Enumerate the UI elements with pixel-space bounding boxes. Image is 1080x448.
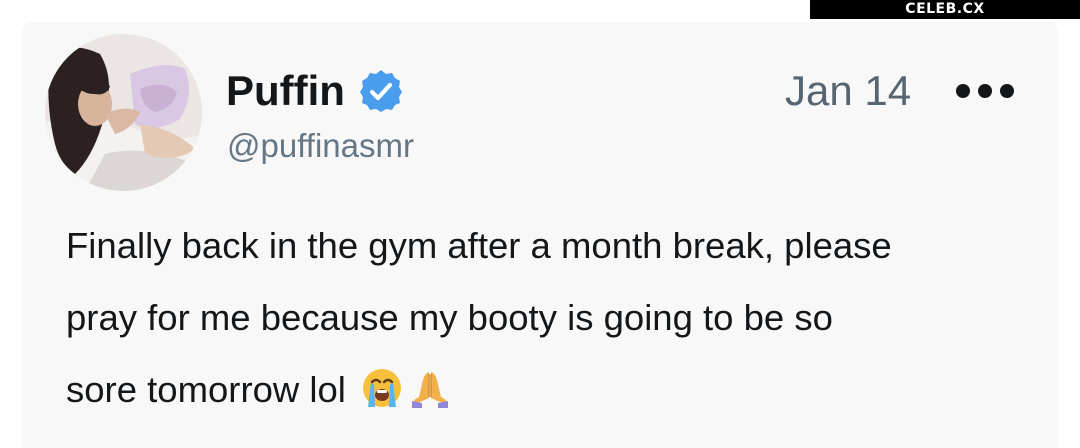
author-name[interactable]: Puffin <box>226 66 345 116</box>
loudly-crying-face-icon <box>360 362 404 407</box>
verified-badge-icon <box>357 67 405 115</box>
avatar[interactable] <box>45 34 202 191</box>
more-dot <box>1000 84 1014 98</box>
more-options-icon[interactable] <box>956 76 1014 106</box>
watermark-banner: CELEB.CX <box>810 0 1080 19</box>
watermark-text: CELEB.CX <box>905 1 985 17</box>
more-dot <box>956 84 970 98</box>
tweet-text-line: Finally back in the gym after a month br… <box>66 225 892 266</box>
avatar-image <box>45 34 202 191</box>
folded-hands-icon <box>408 362 452 408</box>
screenshot: CELEB.CX Puffin @puffinasmr Jan 14 Final… <box>0 0 1080 448</box>
author-handle[interactable]: @puffinasmr <box>227 126 414 166</box>
more-dot <box>978 84 992 98</box>
tweet-date[interactable]: Jan 14 <box>785 67 911 115</box>
tweet-text-line-end: sore tomorrow lol <box>66 369 346 410</box>
tweet-text-line: pray for me because my booty is going to… <box>66 297 833 338</box>
tweet-text-line-last: sore tomorrow lol <box>66 354 1046 426</box>
tweet-text: Finally back in the gym after a month br… <box>66 210 1046 426</box>
